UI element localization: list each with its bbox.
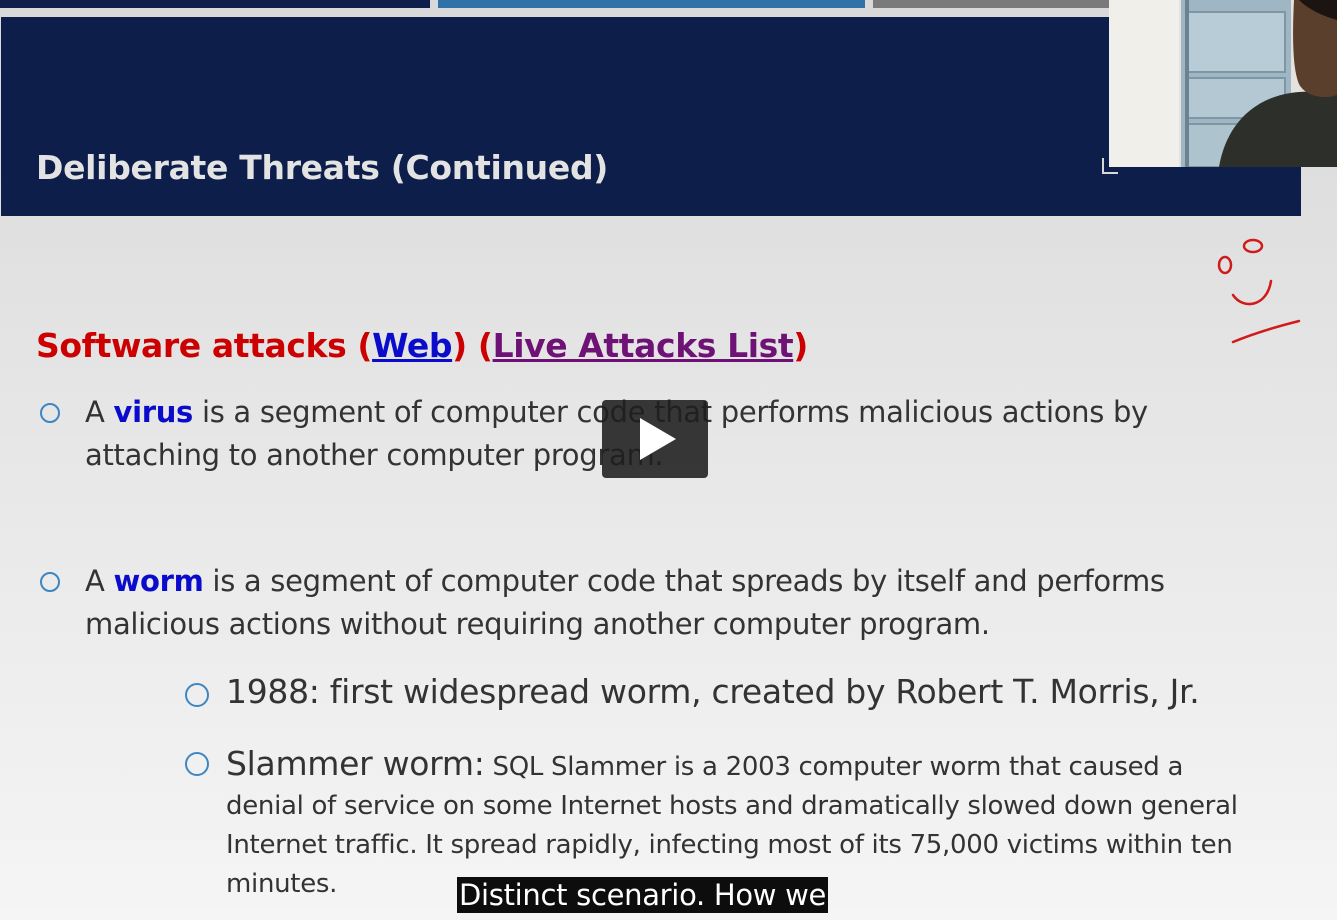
morris-worm-bullet: 1988: first widespread worm, created by … [226,672,1200,711]
bullet-text: is a segment of computer code that sprea… [85,564,1165,641]
bullet-circle-icon [40,572,60,592]
slammer-lead: Slammer worm: [226,744,485,783]
bullet-circle-icon [40,403,60,423]
webcam-overlay[interactable] [1109,0,1337,167]
top-accent-stripe-navy [0,0,430,8]
heading-suffix: ) [793,326,808,365]
sub-bullet-circle-icon [185,752,209,776]
pen-annotation-smiley [1217,238,1301,344]
heading-middle: ) ( [452,326,493,365]
video-play-button[interactable] [602,400,708,478]
live-attacks-list-link[interactable]: Live Attacks List [493,326,794,365]
top-accent-stripe-blue [438,0,865,8]
sub-bullet-circle-icon [185,683,209,707]
worm-term: worm [113,564,204,598]
web-link[interactable]: Web [372,326,452,365]
bullet-pre: A [85,395,114,429]
slide-title: Deliberate Threats (Continued) [36,148,609,187]
worm-bullet: A worm is a segment of computer code tha… [85,560,1225,646]
virus-term: virus [113,395,194,429]
heading-prefix: Software attacks ( [36,326,373,365]
play-icon [640,418,676,460]
bullet-pre: A [85,564,114,598]
section-heading: Software attacks (Web) (Live Attacks Lis… [36,326,808,365]
presenter-video [1109,0,1337,167]
video-caption: Distinct scenario. How we [457,877,829,913]
